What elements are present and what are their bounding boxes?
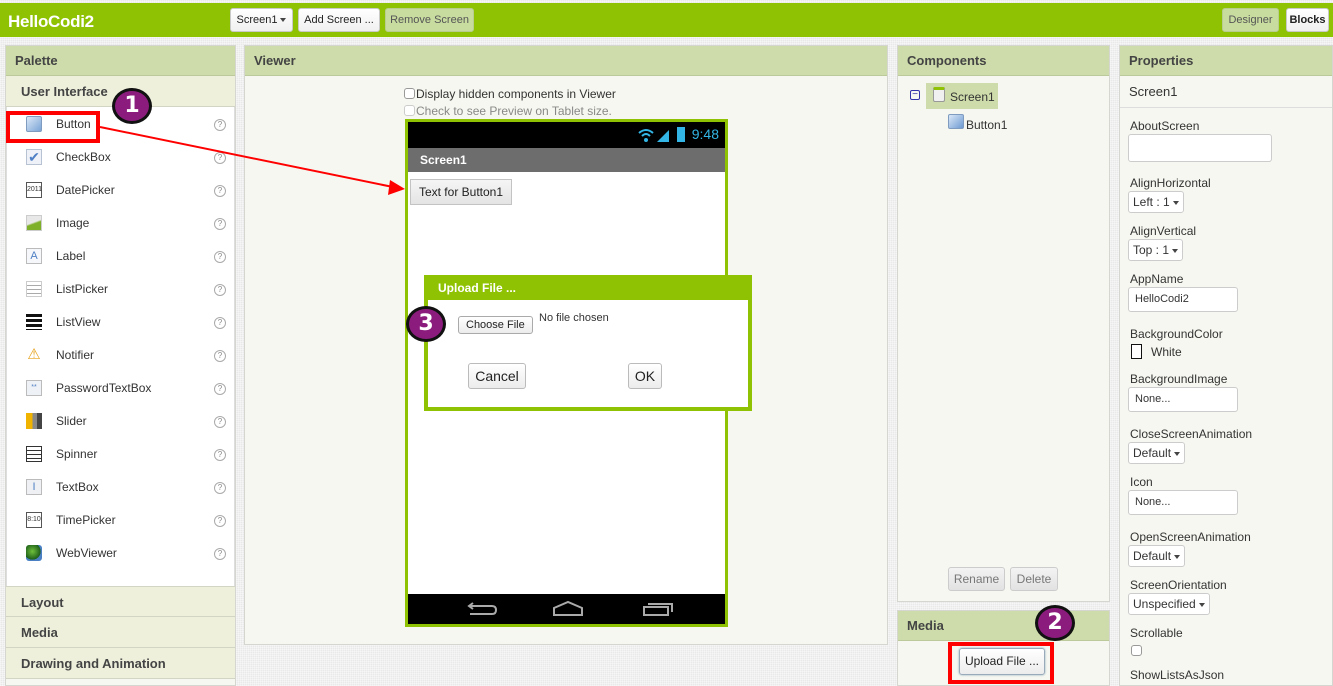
step-badge-3: 3	[406, 306, 446, 342]
step-badge-2: 2	[1035, 605, 1075, 641]
arrow-head	[388, 180, 405, 195]
arrow-line	[99, 126, 394, 188]
step-badge-1: 1	[112, 88, 152, 124]
annotation-arrow	[99, 126, 405, 195]
